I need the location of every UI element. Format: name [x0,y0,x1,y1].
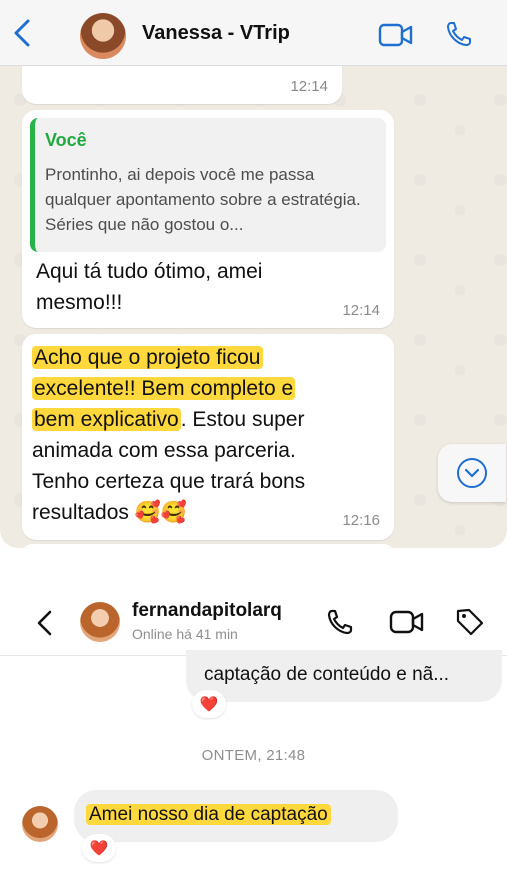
message-text: Aqui tá tudo ótimo, amei mesmo!!! [36,260,263,314]
back-arrow-icon[interactable] [10,18,34,48]
tag-icon[interactable] [454,606,486,638]
message-text: Acho que o projeto ficou excelente!! Bem… [32,342,388,528]
scroll-to-bottom-button[interactable] [438,444,506,502]
highlighted-text: Acho que o projeto ficou [32,346,263,369]
contact-avatar-small[interactable] [22,806,58,842]
phone-icon[interactable] [445,20,473,48]
heart-icon: ❤️ [199,696,219,713]
quote-author: Você [45,130,87,150]
message-bubble[interactable]: Acho que o projeto ficou excelente!! Bem… [22,334,394,540]
message-time: 12:14 [290,78,328,95]
message-text-line: Tenho certeza que trará bons [32,470,306,493]
contact-name[interactable]: Vanessa - VTrip [142,22,290,45]
message-time: 12:16 [342,512,380,529]
back-arrow-icon[interactable] [34,608,54,638]
highlighted-text: Amei nosso dia de captação [86,804,331,825]
phone-icon[interactable] [326,608,354,636]
message-text-rest: . Estou super [180,408,305,431]
video-call-icon[interactable] [389,608,425,636]
whatsapp-chat: 12:14 Você Prontinho, ai depois você me … [0,0,507,548]
message-text: Amei nosso dia de captação [86,804,331,826]
reaction-badge[interactable]: ❤️ [192,690,226,718]
message-text-line: resultados 🥰🥰 [32,501,188,524]
contact-avatar[interactable] [80,13,126,59]
highlighted-text: bem explicativo [32,408,181,431]
chat-header: Vanessa - VTrip [0,0,507,66]
contact-username[interactable]: fernandapitolarq [132,600,282,622]
contact-avatar[interactable] [80,602,120,642]
highlighted-text: excelente!! Bem completo e [32,377,296,400]
video-call-icon[interactable] [378,22,414,48]
online-status: Online há 41 min [132,626,238,642]
quote-text: Prontinho, ai depois você me passa qualq… [45,165,361,234]
quoted-message[interactable]: Você Prontinho, ai depois você me passa … [30,118,386,252]
message-text: captação de conteúdo e nã... [204,664,450,685]
reaction-badge[interactable]: ❤️ [82,834,116,862]
date-separator: ONTEM, 21:48 [201,747,306,764]
heart-icon: ❤️ [89,840,109,857]
message-time: 12:14 [342,302,380,319]
message-text-line: animada com essa parceria. [32,439,296,462]
instagram-chat-header: fernandapitolarq Online há 41 min [0,586,507,656]
sent-message-bubble[interactable]: captação de conteúdo e nã... [186,650,502,702]
message-bubble[interactable] [22,544,394,548]
received-message-bubble[interactable]: Amei nosso dia de captação [74,790,398,842]
chevron-down-icon [457,458,487,488]
message-bubble-quoted[interactable]: Você Prontinho, ai depois você me passa … [22,110,394,328]
